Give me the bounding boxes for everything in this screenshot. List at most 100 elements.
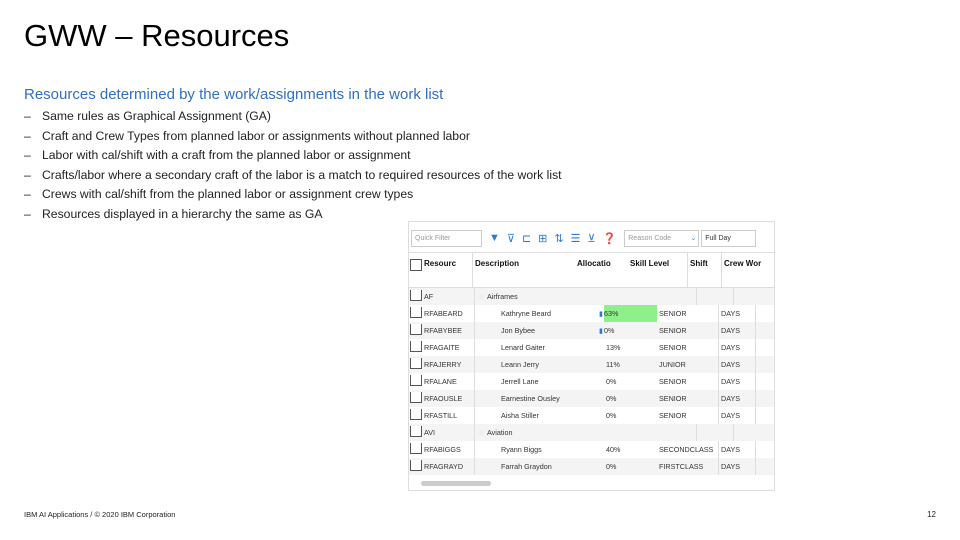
bullet-dash: – <box>24 206 31 221</box>
bullet-item: – Crafts/labor where a secondary craft of… <box>24 166 562 186</box>
col-description[interactable]: Description <box>472 253 575 287</box>
resource-cell: RFAJERRY <box>424 360 462 369</box>
grid-header: Resourc Description Allocatio Skill Leve… <box>409 252 774 288</box>
bullet-dash: – <box>24 187 31 202</box>
description-cell: Lenard Gaiter <box>474 339 604 356</box>
description-cell: Jerrell Lane <box>474 373 604 390</box>
skill-cell: SENIOR <box>659 326 687 335</box>
table-row[interactable]: RFABEARD Kathryne Beard ▮ 63% SENIOR DAYS <box>409 305 774 322</box>
allocation-cell: 40% <box>606 445 621 454</box>
row-checkbox[interactable] <box>410 409 422 420</box>
shift-cell: DAYS <box>718 390 755 407</box>
bullet-item: – Crews with cal/shift from the planned l… <box>24 185 562 205</box>
col-shift[interactable]: Shift <box>687 253 721 287</box>
expand-icon[interactable] <box>479 430 484 435</box>
horizontal-scrollbar[interactable] <box>421 481 491 486</box>
description-cell: Earnestine Ousley <box>474 390 604 407</box>
shift-cell: DAYS <box>718 441 755 458</box>
col-resource[interactable]: Resourc <box>422 253 472 287</box>
allocation-cell: 0% <box>603 326 615 335</box>
table-row[interactable]: RFALANE Jerrell Lane 0% SENIOR DAYS <box>409 373 774 390</box>
expand-icon[interactable] <box>479 294 484 299</box>
shift-cell: DAYS <box>718 458 755 475</box>
subtitle: Resources determined by the work/assignm… <box>24 86 444 103</box>
table-row[interactable]: RFABYBEE Jon Bybee ▮ 0% SENIOR DAYS <box>409 322 774 339</box>
bullet-dash: – <box>24 128 31 143</box>
skill-cell: SENIOR <box>659 309 687 318</box>
allocation-chart-icon[interactable]: ▮ <box>599 326 603 335</box>
sort-icon[interactable]: ⇅ <box>554 232 563 245</box>
table-row[interactable]: RFAGRAYD Farrah Graydon 0% FIRSTCLASS DAY… <box>409 458 774 475</box>
row-checkbox[interactable] <box>410 443 422 454</box>
reason-code-select[interactable]: Reason Code ⌄ <box>624 229 700 247</box>
bullet-dash: – <box>24 109 31 123</box>
allocation-cell: 63% <box>603 309 619 318</box>
description-cell: Ryann Biggs <box>474 441 604 458</box>
full-day-field[interactable]: Full Day <box>701 229 757 247</box>
filter-icon[interactable]: ▼ <box>489 232 500 244</box>
shift-cell: DAYS <box>718 373 755 390</box>
col-allocation[interactable]: Allocatio <box>575 253 628 287</box>
resource-cell: RFAGAITE <box>424 343 460 352</box>
collapse-icon[interactable]: ⊏ <box>522 232 531 245</box>
bullet-item: – Craft and Crew Types from planned labor… <box>24 127 562 147</box>
description-cell: Jon Bybee <box>474 322 604 339</box>
bullet-dash: – <box>24 167 31 182</box>
hierarchy-icon[interactable]: ⊞ <box>538 232 547 245</box>
group-row[interactable]: AVI Aviation <box>409 424 774 441</box>
allocation-cell: 0% <box>606 377 617 386</box>
table-row[interactable]: RFAOUSLE Earnestine Ousley 0% SENIOR DAYS <box>409 390 774 407</box>
quick-filter-input[interactable]: Quick Filter <box>411 229 482 247</box>
bullet-dash: – <box>24 148 31 163</box>
bullet-text: Craft and Crew Types from planned labor … <box>42 128 470 143</box>
skill-cell: JUNIOR <box>659 360 686 369</box>
resource-cell: RFAOUSLE <box>424 394 463 403</box>
description-cell: Kathryne Beard <box>474 305 604 322</box>
help-icon[interactable]: ❓ <box>603 232 617 245</box>
table-row[interactable]: RFAJERRY Leann Jerry 11% JUNIOR DAYS <box>409 356 774 373</box>
allocation-cell: 0% <box>606 462 617 471</box>
row-checkbox[interactable] <box>410 392 422 403</box>
bullet-item: – Same rules as Graphical Assignment (GA) <box>24 107 562 127</box>
row-checkbox[interactable] <box>410 426 422 437</box>
row-checkbox[interactable] <box>410 290 422 301</box>
allocation-cell: 0% <box>606 411 617 420</box>
allocation-chart-icon[interactable]: ▮ <box>599 309 603 318</box>
group-row[interactable]: AF Airframes <box>409 288 774 305</box>
bullet-list: – Same rules as Graphical Assignment (GA)… <box>24 107 562 225</box>
row-checkbox[interactable] <box>410 375 422 386</box>
table-row[interactable]: RFASTILL Aisha Stiller 0% SENIOR DAYS <box>409 407 774 424</box>
shift-cell: DAYS <box>718 407 755 424</box>
description-cell: Leann Jerry <box>474 356 604 373</box>
bullet-text: Same rules as Graphical Assignment (GA) <box>42 109 271 123</box>
clear-filter-icon[interactable]: ⊽ <box>507 232 515 245</box>
resource-cell: RFABYBEE <box>424 326 462 335</box>
row-checkbox[interactable] <box>410 460 422 471</box>
skill-cell: SENIOR <box>659 343 687 352</box>
description-cell: Aisha Stiller <box>474 407 604 424</box>
row-checkbox[interactable] <box>410 358 422 369</box>
resource-cell: RFABEARD <box>424 309 463 318</box>
bullet-text: Labor with cal/shift with a craft from t… <box>42 148 411 163</box>
resource-cell: AVI <box>424 428 436 437</box>
col-skill-level[interactable]: Skill Level <box>628 253 687 287</box>
row-checkbox[interactable] <box>410 307 422 318</box>
skill-cell: SENIOR <box>659 411 687 420</box>
table-row[interactable]: RFABIGGS Ryann Biggs 40% SECONDCLASS DAYS <box>409 441 774 458</box>
table-row[interactable]: RFAGAITE Lenard Gaiter 13% SENIOR DAYS <box>409 339 774 356</box>
shift-cell: DAYS <box>718 339 755 356</box>
page-number: 12 <box>927 510 936 519</box>
resource-cell: RFALANE <box>424 377 457 386</box>
shift-cell: DAYS <box>718 322 755 339</box>
filter-settings-icon[interactable]: ⊻ <box>587 232 595 245</box>
select-all-checkbox[interactable] <box>410 259 422 271</box>
row-checkbox[interactable] <box>410 324 422 335</box>
resource-cell: RFASTILL <box>424 411 458 420</box>
chevron-down-icon: ⌄ <box>690 234 697 242</box>
bullet-text: Resources displayed in a hierarchy the s… <box>42 206 323 221</box>
reason-code-placeholder: Reason Code <box>628 234 672 242</box>
col-crew[interactable]: Crew Wor <box>721 253 774 287</box>
columns-icon[interactable]: ☰ <box>571 232 581 245</box>
description-cell: Airframes <box>487 292 518 301</box>
row-checkbox[interactable] <box>410 341 422 352</box>
